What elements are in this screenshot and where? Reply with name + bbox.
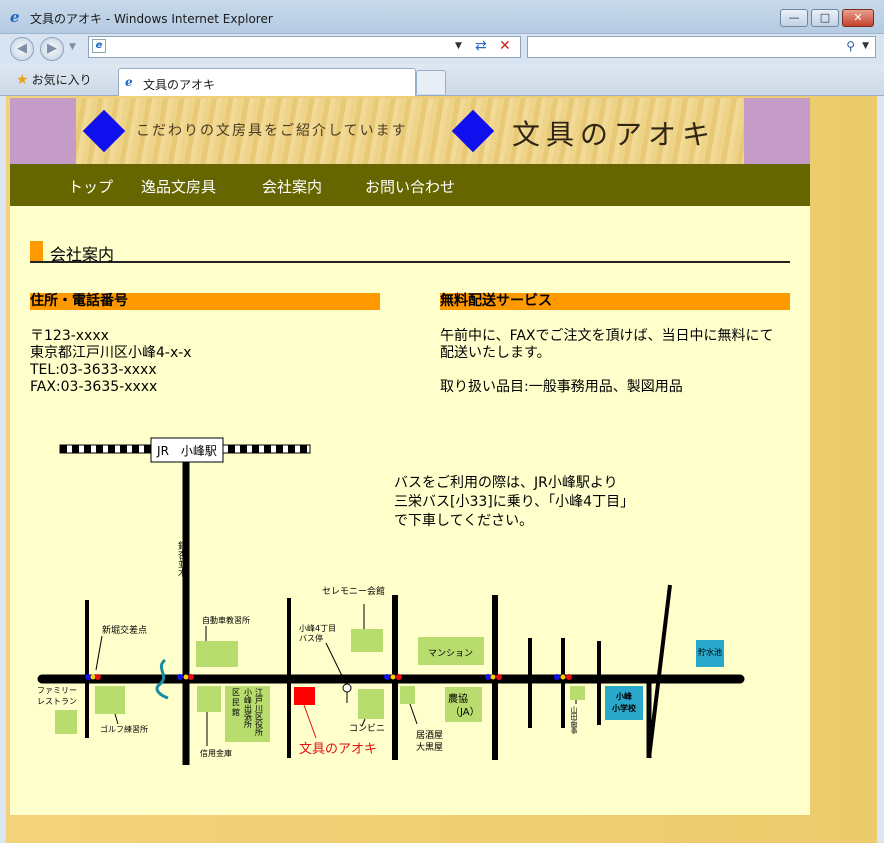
diagonal-road — [647, 584, 672, 759]
forward-button[interactable]: ▶ — [40, 37, 64, 61]
label-ceremony: セレモニー会館 — [322, 585, 385, 597]
label-busstop-2: バス停 — [299, 633, 323, 643]
label-school-1: 小峰 — [615, 691, 632, 701]
label-golf: ゴルフ練習所 — [100, 724, 148, 734]
address-dropdown-icon[interactable]: ▼ — [455, 41, 462, 51]
label-shinbori: 新堀交差点 — [102, 624, 147, 636]
page-viewport: こだわりの文房具をご紹介しています 文具のアオキ トップ 逸品文房具 会社案内 … — [6, 96, 877, 843]
ie-page-icon: e — [125, 75, 133, 89]
page-sheet: こだわりの文房具をご紹介しています 文具のアオキ トップ 逸品文房具 会社案内 … — [10, 98, 810, 815]
izakaya-building — [400, 686, 415, 704]
favorites-button[interactable]: ★ お気に入り — [16, 71, 92, 88]
dental-building — [570, 686, 585, 700]
tab-current[interactable]: e 文具のアオキ — [118, 68, 416, 96]
label-busstop-1: 小峰4丁目 — [299, 623, 336, 633]
access-map: JR 小峰駅 銀杏並木 新堀交差点 自動車教習所 ファミリー レストラン ゴルフ… — [37, 437, 745, 765]
close-button[interactable]: ✕ — [842, 9, 874, 27]
label-dental: 山田歯事 — [570, 705, 578, 734]
traffic-signal-1 — [85, 674, 101, 680]
new-tab-button[interactable] — [416, 70, 446, 94]
bus-stop-icon — [342, 683, 352, 693]
aoki-shop-marker — [294, 687, 315, 705]
label-nokyo-2: （JA） — [450, 706, 480, 718]
recent-pages-dropdown-icon[interactable]: ▼ — [69, 42, 76, 52]
minimize-button[interactable]: — — [780, 9, 808, 27]
family-restaurant-building — [55, 710, 77, 734]
label-pond: 貯水池 — [698, 647, 722, 657]
label-driving-school: 自動車教習所 — [202, 615, 250, 625]
traffic-signal-2 — [177, 674, 194, 680]
search-input[interactable]: ⚲ ▼ — [527, 36, 876, 58]
traffic-signal-3 — [384, 674, 402, 680]
favorites-label: お気に入り — [31, 73, 92, 87]
traffic-signal-4 — [485, 674, 502, 680]
label-edogawa-1: 江戸川区役所 — [255, 688, 264, 737]
window-title: 文具のアオキ - Windows Internet Explorer — [30, 12, 273, 26]
label-izakaya-1: 居酒屋 — [416, 730, 443, 741]
page-icon: e — [92, 39, 106, 53]
ceremony-hall-building — [351, 629, 383, 652]
label-family-1: ファミリー — [37, 686, 77, 695]
back-button[interactable]: ◀ — [10, 37, 34, 61]
shinbori-leader — [95, 635, 103, 671]
aoki-leader-line — [303, 704, 317, 739]
label-bank: 信用金庫 — [200, 748, 232, 758]
station-label: JR 小峰駅 — [156, 444, 217, 458]
golf-leader — [114, 713, 119, 725]
izakaya-leader — [409, 703, 418, 725]
label-kumin-3: 館 — [232, 707, 240, 717]
star-icon: ★ — [16, 72, 29, 88]
label-conbini: コンビニ — [349, 723, 385, 734]
label-edogawa-2: 小峰出張所 — [244, 688, 253, 729]
tab-bar: ★ お気に入り e 文具のアオキ — [0, 64, 884, 96]
refresh-icon[interactable]: ⇄ — [475, 38, 487, 54]
avenue-label: 銀杏並木 — [176, 540, 187, 578]
label-kumin-2: 民 — [232, 698, 240, 707]
address-input[interactable]: e ▼ ⇄ ✕ — [88, 36, 521, 58]
maximize-button[interactable]: □ — [811, 9, 839, 27]
golf-building — [95, 686, 125, 714]
label-family-2: レストラン — [37, 697, 77, 706]
label-school-2: 小学校 — [611, 703, 637, 713]
traffic-signal-5 — [554, 674, 572, 680]
label-kumin-1: 区 — [232, 688, 240, 697]
bank-building — [197, 686, 221, 712]
label-nokyo-1: 農協 — [448, 692, 468, 705]
search-icon[interactable]: ⚲ — [846, 39, 855, 53]
stop-icon[interactable]: ✕ — [499, 38, 511, 54]
label-aoki-shop: 文具のアオキ — [299, 742, 377, 757]
address-toolbar: ◀ ▶ ▼ e ▼ ⇄ ✕ ⚲ ▼ — [0, 34, 884, 64]
search-dropdown-icon[interactable]: ▼ — [862, 41, 869, 51]
label-mansion: マンション — [428, 649, 473, 659]
ie-logo-icon: e — [10, 8, 20, 26]
window-titlebar: e 文具のアオキ - Windows Internet Explorer — □… — [0, 0, 884, 34]
driving-school-building — [196, 641, 238, 667]
tab-label: 文具のアオキ — [143, 78, 216, 92]
convenience-store-building — [358, 689, 384, 719]
label-izakaya-2: 大黒屋 — [416, 741, 443, 753]
